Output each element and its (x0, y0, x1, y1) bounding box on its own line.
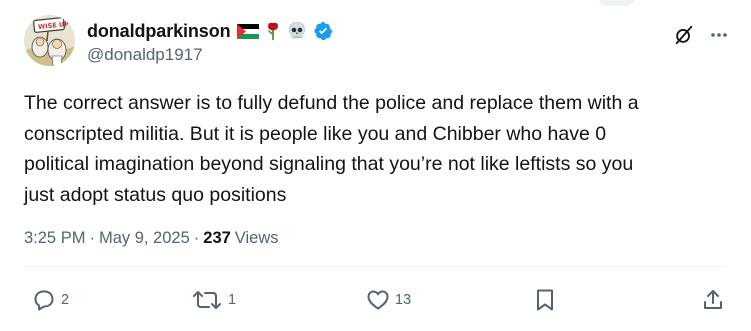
top-partial-button[interactable] (598, 0, 636, 6)
grok-icon[interactable] (673, 24, 695, 51)
tweet-date[interactable]: May 9, 2025 (99, 229, 190, 248)
reply-button[interactable]: 2 (32, 288, 69, 312)
palestine-flag-icon (236, 23, 259, 39)
bookmark-button[interactable] (533, 288, 557, 312)
bookmark-icon (533, 288, 557, 312)
tweet-text: The correct answer is to fully defund th… (24, 92, 639, 206)
header-actions (673, 24, 729, 51)
tweet-time[interactable]: 3:25 PM (24, 229, 85, 248)
skull-icon (287, 21, 307, 41)
repost-button[interactable]: 1 (191, 288, 236, 312)
meta-separator: · (89, 229, 95, 247)
reply-icon (32, 288, 56, 312)
rose-icon (265, 21, 281, 41)
like-icon (366, 288, 390, 312)
reply-count: 2 (61, 292, 70, 308)
share-icon (701, 288, 725, 312)
author-name-row: donaldparkinson (87, 19, 333, 43)
repost-count: 1 (228, 292, 237, 308)
like-button[interactable]: 13 (366, 288, 411, 312)
views-count: 237 (203, 229, 231, 247)
tweet: WISE UP! donaldparkinson @donaldp1917 Th… (0, 0, 751, 331)
verified-badge-icon[interactable] (313, 21, 333, 41)
share-button[interactable] (701, 288, 725, 312)
like-count: 13 (395, 292, 412, 308)
repost-icon (191, 288, 223, 312)
tweet-meta: 3:25 PM · May 9, 2025 · 237 Views (24, 229, 279, 248)
avatar[interactable]: WISE UP! (24, 15, 75, 66)
views-label: Views (234, 229, 279, 247)
meta-separator: · (193, 229, 200, 247)
display-name[interactable]: donaldparkinson (87, 21, 231, 42)
divider (24, 266, 727, 267)
more-icon[interactable] (709, 25, 729, 50)
author-handle[interactable]: @donaldp1917 (87, 45, 203, 65)
